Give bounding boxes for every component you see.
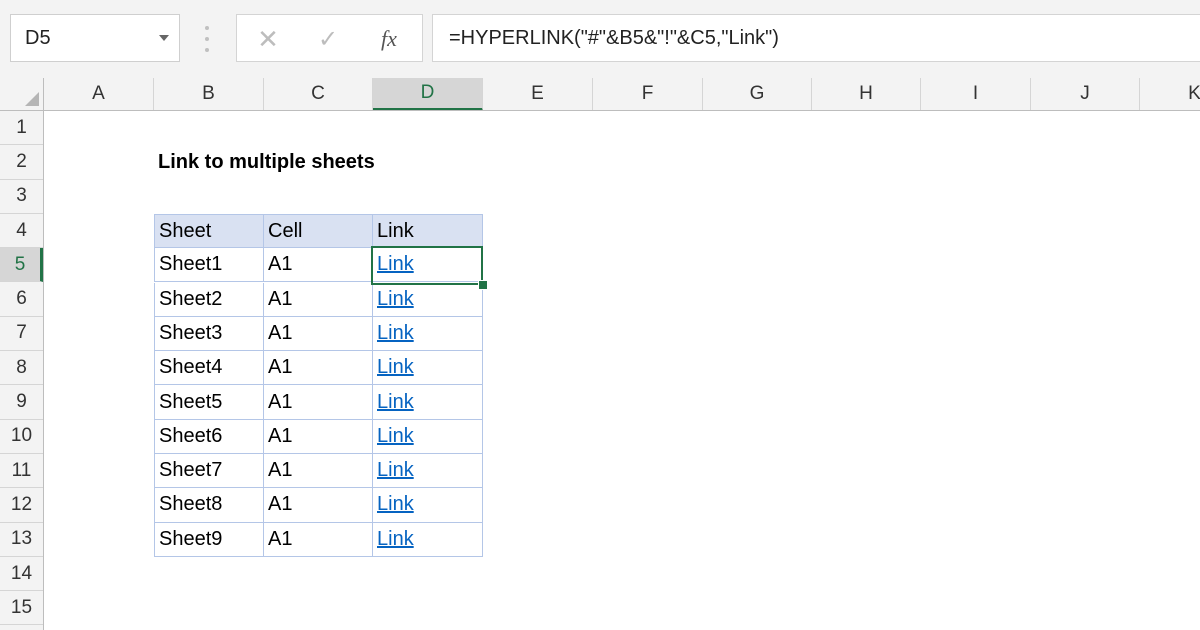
link-cell[interactable]: Link xyxy=(373,282,483,317)
table-cell[interactable]: Sheet7 xyxy=(154,454,264,489)
table-header-cell[interactable]: Sheet xyxy=(154,213,264,249)
row-header-2[interactable]: 2 xyxy=(0,145,43,180)
table-cell[interactable]: A1 xyxy=(264,419,373,454)
dropdown-icon[interactable] xyxy=(159,35,169,41)
table-cell[interactable]: Sheet2 xyxy=(154,282,264,317)
link-cell[interactable]: Link xyxy=(373,316,483,352)
enter-icon[interactable]: ✓ xyxy=(311,15,345,63)
column-header-c[interactable]: C xyxy=(264,78,373,110)
hyperlink[interactable]: Link xyxy=(377,425,414,448)
hyperlink[interactable]: Link xyxy=(377,322,414,345)
fill-handle[interactable] xyxy=(478,280,488,290)
column-header-i[interactable]: I xyxy=(921,78,1031,110)
column-header-e[interactable]: E xyxy=(483,78,593,110)
row-header-3[interactable]: 3 xyxy=(0,180,43,214)
row-header-5[interactable]: 5 xyxy=(0,248,43,283)
fx-icon[interactable]: fx xyxy=(369,15,409,63)
column-headers: ABCDEFGHIJK xyxy=(0,78,1200,111)
hyperlink[interactable]: Link xyxy=(377,356,414,379)
row-header-9[interactable]: 9 xyxy=(0,385,43,420)
row-header-13[interactable]: 13 xyxy=(0,523,43,557)
drag-handle-icon[interactable] xyxy=(205,26,209,52)
row-header-6[interactable]: 6 xyxy=(0,283,43,317)
column-header-f[interactable]: F xyxy=(593,78,703,110)
sheet-title[interactable]: Link to multiple sheets xyxy=(154,145,375,179)
row-headers: 1 2 3 4 5 6 7 8 9 10 11 12 13 14 15 xyxy=(0,111,44,630)
table-cell[interactable]: A1 xyxy=(264,385,373,420)
hyperlink[interactable]: Link xyxy=(377,253,414,276)
column-header-a[interactable]: A xyxy=(44,78,154,110)
row-header-4[interactable]: 4 xyxy=(0,214,43,249)
table-header-cell[interactable]: Link xyxy=(373,213,483,249)
hyperlink[interactable]: Link xyxy=(377,528,414,551)
hyperlink[interactable]: Link xyxy=(377,493,414,516)
select-all-button[interactable] xyxy=(0,78,44,110)
link-cell[interactable]: Link xyxy=(373,419,483,454)
link-cell[interactable]: Link xyxy=(373,351,483,386)
link-cell[interactable]: Link xyxy=(373,488,483,523)
table-cell[interactable]: Sheet3 xyxy=(154,316,264,352)
formula-buttons: ✕ ✓ fx xyxy=(236,14,423,62)
row-header-7[interactable]: 7 xyxy=(0,317,43,352)
row-header-1[interactable]: 1 xyxy=(0,111,43,146)
hyperlink[interactable]: Link xyxy=(377,459,414,482)
table-cell[interactable]: Sheet4 xyxy=(154,351,264,386)
column-header-h[interactable]: H xyxy=(812,78,921,110)
table-cell[interactable]: A1 xyxy=(264,351,373,386)
column-header-j[interactable]: J xyxy=(1031,78,1140,110)
table-cell[interactable]: A1 xyxy=(264,488,373,523)
hyperlink[interactable]: Link xyxy=(377,391,414,414)
hyperlink[interactable]: Link xyxy=(377,288,414,311)
formula-input[interactable]: =HYPERLINK("#"&B5&"!"&C5,"Link") xyxy=(432,14,1200,62)
table-cell[interactable]: Sheet5 xyxy=(154,385,264,420)
table-cell[interactable]: Sheet9 xyxy=(154,522,264,557)
table-header-cell[interactable]: Cell xyxy=(264,213,373,249)
link-cell[interactable]: Link xyxy=(373,385,483,420)
table-cell[interactable]: A1 xyxy=(264,316,373,352)
row-header-14[interactable]: 14 xyxy=(0,557,43,592)
name-box[interactable]: D5 xyxy=(10,14,180,62)
column-header-d[interactable]: D xyxy=(373,78,483,110)
row-header-8[interactable]: 8 xyxy=(0,351,43,386)
column-header-b[interactable]: B xyxy=(154,78,264,110)
link-cell[interactable]: Link xyxy=(373,248,483,283)
table-cell[interactable]: A1 xyxy=(264,282,373,317)
formula-bar: D5 ✕ ✓ fx =HYPERLINK("#"&B5&"!"&C5,"Link… xyxy=(0,0,1200,78)
column-header-k[interactable]: K xyxy=(1140,78,1200,110)
cancel-icon[interactable]: ✕ xyxy=(251,15,285,63)
table-cell[interactable]: A1 xyxy=(264,454,373,489)
table-cell[interactable]: Sheet8 xyxy=(154,488,264,523)
cell-grid[interactable]: Link to multiple sheets Sheet Cell Link She… xyxy=(44,111,1200,630)
table-cell[interactable]: Sheet1 xyxy=(154,248,264,283)
row-header-10[interactable]: 10 xyxy=(0,420,43,454)
name-box-value: D5 xyxy=(25,26,51,49)
table-cell[interactable]: A1 xyxy=(264,522,373,557)
row-header-11[interactable]: 11 xyxy=(0,454,43,489)
link-cell[interactable]: Link xyxy=(373,454,483,489)
row-header-12[interactable]: 12 xyxy=(0,488,43,523)
row-header-15[interactable]: 15 xyxy=(0,591,43,626)
column-header-g[interactable]: G xyxy=(703,78,812,110)
table-cell[interactable]: A1 xyxy=(264,248,373,283)
select-all-icon xyxy=(25,92,39,106)
link-cell[interactable]: Link xyxy=(373,522,483,557)
table-cell[interactable]: Sheet6 xyxy=(154,419,264,454)
